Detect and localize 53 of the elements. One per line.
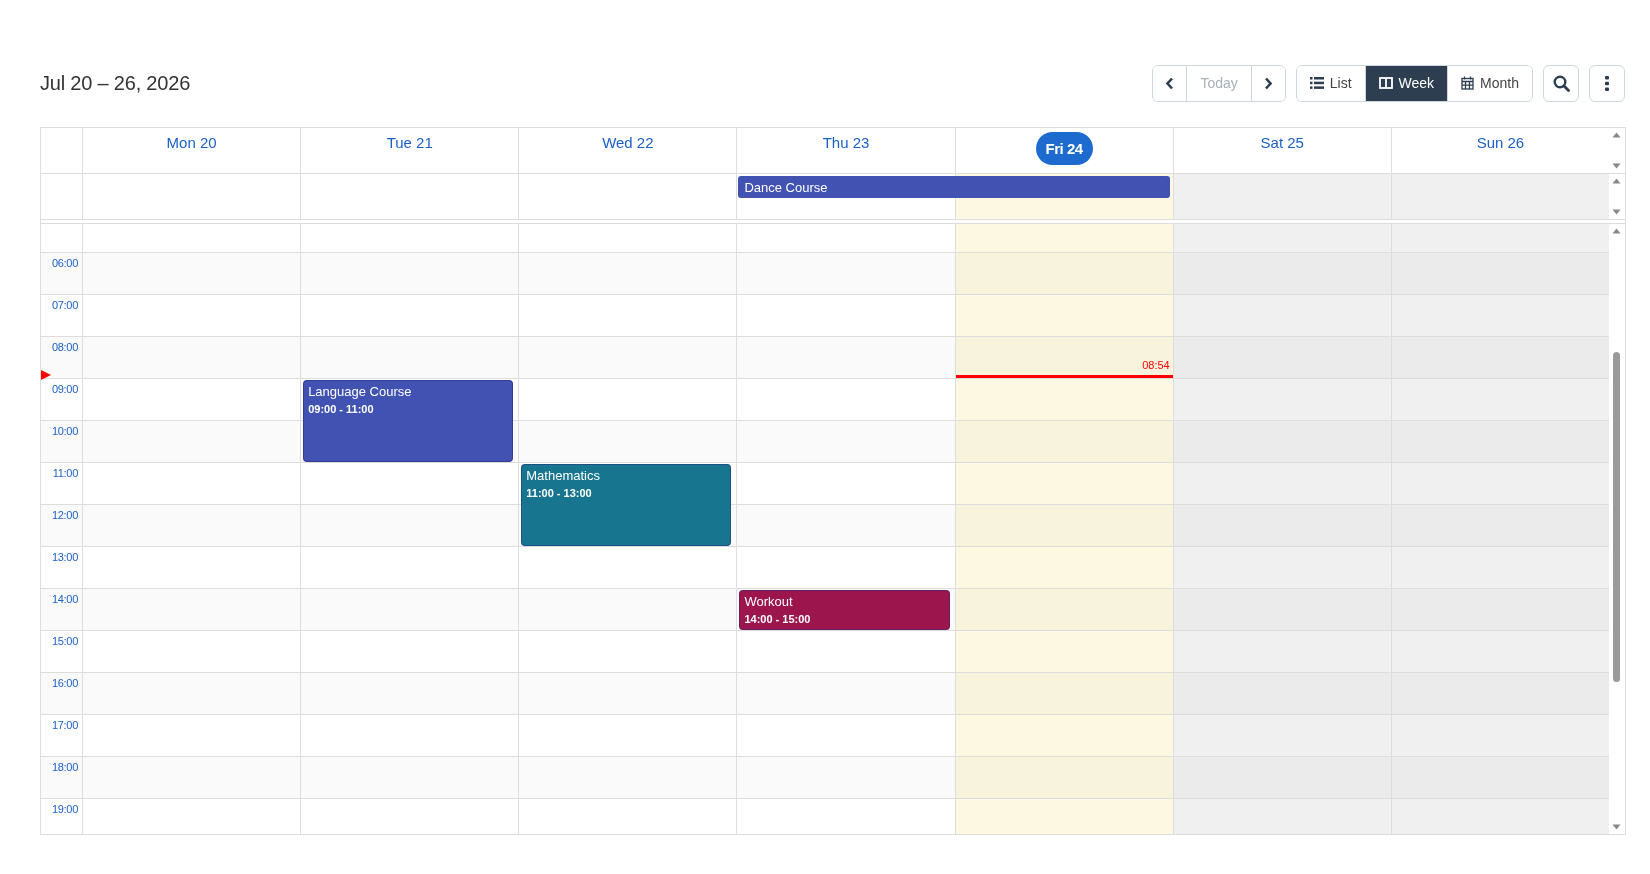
hour-label: 17:00 bbox=[51, 719, 78, 733]
calendar-event[interactable]: Workout 14:00 - 15:00 bbox=[739, 590, 950, 630]
scroll-up-icon[interactable] bbox=[1612, 178, 1622, 184]
day-header[interactable]: Mon 20 bbox=[166, 134, 217, 151]
event-time: 09:00 - 11:00 bbox=[308, 403, 375, 415]
calendar-event[interactable]: Mathematics 11:00 - 13:00 bbox=[521, 464, 732, 546]
scroll-down-icon[interactable] bbox=[1612, 209, 1622, 215]
hour-label: 08:00 bbox=[51, 341, 78, 355]
hour-label: 15:00 bbox=[51, 635, 78, 649]
day-header[interactable]: Sun 26 bbox=[1476, 134, 1525, 151]
current-time-label: 08:54 bbox=[1142, 358, 1170, 371]
search-icon bbox=[1552, 74, 1570, 92]
calendar-icon bbox=[1461, 76, 1475, 90]
more-options-button[interactable] bbox=[1589, 64, 1625, 102]
view-tab[interactable]: Week bbox=[1364, 65, 1448, 101]
hour-label: 16:00 bbox=[51, 677, 78, 691]
hour-label: 13:00 bbox=[51, 551, 78, 565]
calendar-event[interactable]: Language Course 09:00 - 11:00 bbox=[303, 380, 514, 462]
view-tab[interactable]: Month bbox=[1447, 65, 1532, 101]
current-time-marker-icon bbox=[41, 369, 51, 380]
day-header[interactable]: Sat 25 bbox=[1260, 134, 1304, 151]
chevron-right-icon bbox=[1263, 76, 1273, 90]
event-time: 11:00 - 13:00 bbox=[526, 487, 593, 499]
scroll-down-icon[interactable] bbox=[1612, 824, 1622, 830]
chevron-left-icon bbox=[1165, 76, 1175, 90]
all-day-event[interactable]: Dance Course bbox=[738, 176, 1170, 198]
hour-label: 11:00 bbox=[52, 467, 78, 481]
day-header[interactable]: Thu 23 bbox=[822, 134, 870, 151]
event-time: 14:00 - 15:00 bbox=[744, 613, 812, 625]
next-button[interactable] bbox=[1250, 65, 1285, 101]
event-title: Workout bbox=[744, 594, 794, 609]
hour-label: 10:00 bbox=[51, 425, 78, 439]
more-options-icon bbox=[1605, 75, 1609, 91]
day-header[interactable]: Fri 24 bbox=[1035, 132, 1093, 165]
scrollbar-thumb[interactable] bbox=[1613, 352, 1621, 682]
scroll-up-icon[interactable] bbox=[1612, 132, 1622, 138]
hour-label: 19:00 bbox=[51, 803, 78, 817]
day-header[interactable]: Tue 21 bbox=[386, 134, 433, 151]
event-title: Mathematics bbox=[526, 468, 601, 483]
hour-label: 18:00 bbox=[51, 761, 78, 775]
search-button[interactable] bbox=[1543, 64, 1579, 102]
list-icon bbox=[1309, 77, 1324, 89]
date-range-title: Jul 20 – 26, 2026 bbox=[40, 71, 191, 95]
hour-label: 09:00 bbox=[51, 383, 78, 397]
day-header[interactable]: Wed 22 bbox=[602, 134, 654, 151]
columns-icon bbox=[1378, 77, 1393, 89]
scroll-down-icon[interactable] bbox=[1612, 163, 1622, 169]
scroll-up-icon[interactable] bbox=[1612, 228, 1622, 234]
hour-label: 06:00 bbox=[51, 257, 78, 271]
hour-label: 14:00 bbox=[51, 593, 78, 607]
hour-label: 12:00 bbox=[51, 509, 78, 523]
hour-label: 07:00 bbox=[51, 299, 78, 313]
event-title: Language Course bbox=[308, 384, 413, 399]
